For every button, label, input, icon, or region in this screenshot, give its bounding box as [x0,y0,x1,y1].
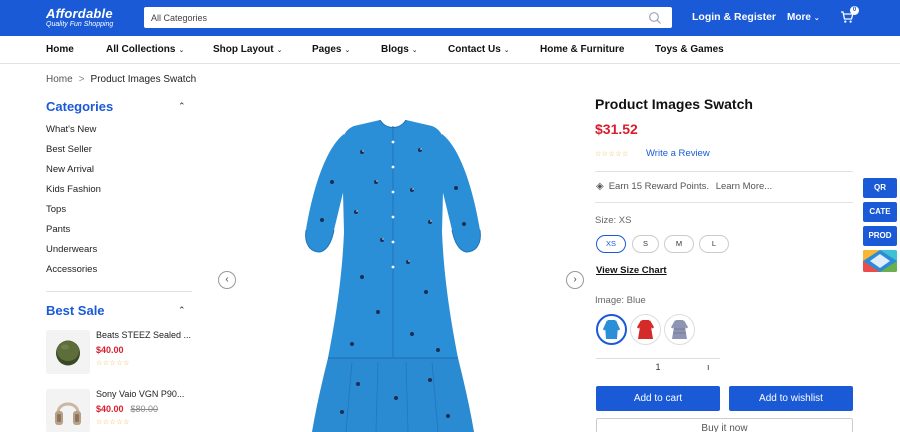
sidebar-divider [46,291,192,292]
product-tab[interactable]: PROD [863,226,897,246]
product-main-image[interactable] [292,112,494,432]
chevron-down-icon: ⌄ [178,47,185,54]
reward-text: Earn 15 Reward Points. [608,181,710,192]
brand-tagline: Quality Fun Shopping [46,21,114,28]
more-label: More [787,12,811,23]
best-sale-price: $40.00 [96,404,124,414]
category-item[interactable]: Best Seller [46,144,101,164]
category-item[interactable]: What's New [46,124,101,144]
best-sale-name[interactable]: Beats STEEZ Sealed ... [96,330,191,340]
best-sale-heading: Best Sale [46,303,105,318]
search-bar [144,7,672,28]
nav-item-home[interactable]: Home [46,44,74,55]
chevron-down-icon: ⌄ [411,47,418,54]
divider [595,202,853,203]
category-item[interactable]: Pants [46,224,101,244]
image-label: Image: Blue [595,295,646,306]
category-item[interactable]: Tops [46,204,101,224]
best-sale-price: $40.00 [96,345,124,355]
login-register-link[interactable]: Login & Register [692,11,776,23]
nav-label: Home [46,44,74,55]
search-input[interactable] [144,7,624,28]
nav-item-toys-games[interactable]: Toys & Games [655,44,724,55]
store-logo[interactable]: Affordable Quality Fun Shopping [46,6,113,28]
nav-item-home-furniture[interactable]: Home & Furniture [540,44,624,55]
buy-now-button[interactable]: Buy it now [596,418,853,432]
best-sale-name[interactable]: Sony Vaio VGN P90... [96,389,184,399]
quantity-increment-button[interactable]: ı [707,362,710,372]
category-item[interactable]: Kids Fashion [46,184,101,204]
rating-stars: ☆☆☆☆☆ [96,360,130,367]
nav-label: Home & Furniture [540,44,625,55]
reward-points: ◈ Earn 15 Reward Points. Learn More... [596,181,772,192]
add-to-wishlist-button[interactable]: Add to wishlist [729,386,853,411]
more-menu[interactable]: More ⌄ [787,12,820,23]
rating-stars: ☆☆☆☆☆ [96,419,130,426]
cart-button[interactable]: 0 [840,6,859,26]
gallery-next-button[interactable]: › [566,271,584,289]
view-size-chart-link[interactable]: View Size Chart [596,265,667,276]
nav-item-shop-layout[interactable]: Shop Layout ⌄ [213,44,282,55]
size-option-l[interactable]: L [699,235,729,253]
best-sale-price-block: $40.00 $80.00 [96,404,158,414]
cart-count-badge: 0 [850,6,859,15]
breadcrumb-home[interactable]: Home [46,74,73,85]
nav-item-contact-us[interactable]: Contact Us ⌄ [448,44,510,55]
nav-label: Shop Layout [213,44,274,55]
nav-label: Pages [312,44,342,55]
nav-label: Blogs [381,44,409,55]
category-list: What's New Best Seller New Arrival Kids … [46,124,101,284]
main-nav: Home All Collections ⌄ Shop Layout ⌄ Pages… [0,36,900,64]
chevron-down-icon: ⌄ [813,15,820,22]
rating-stars: ☆☆☆☆☆ [595,151,629,158]
swatch-blue[interactable] [596,314,627,345]
category-item[interactable]: Underwears [46,244,101,264]
breadcrumb-separator: > [78,74,85,85]
top-header: Affordable Quality Fun Shopping Login & … [0,0,900,36]
gallery-prev-button[interactable]: ‹ [218,271,236,289]
category-item[interactable]: Accessories [46,264,101,284]
quantity-value[interactable]: 1 [650,362,666,372]
size-option-s[interactable]: S [632,235,659,253]
qr-tab[interactable]: QR [863,178,897,198]
nav-label: Contact Us [448,44,501,55]
product-price: $31.52 [595,121,638,137]
swatch-gray[interactable] [664,314,695,345]
nav-label: Toys & Games [655,44,724,55]
nav-item-pages[interactable]: Pages ⌄ [312,44,350,55]
chevron-up-icon[interactable]: ⌃ [178,101,186,112]
add-to-cart-button[interactable]: Add to cart [596,386,720,411]
chevron-up-icon[interactable]: ⌃ [178,305,186,316]
chevron-down-icon: ⌄ [344,47,351,54]
nav-label: All Collections [106,44,176,55]
divider [595,171,853,172]
best-sale-item: Sony Vaio VGN P90... $40.00 $80.00 ☆☆☆☆☆ [46,389,196,432]
size-option-xs[interactable]: XS [596,235,626,253]
write-review-link[interactable]: Write a Review [646,148,710,159]
categories-heading: Categories [46,99,114,114]
nav-item-blogs[interactable]: Blogs ⌄ [381,44,418,55]
swatch-red[interactable] [630,314,661,345]
nav-item-all-collections[interactable]: All Collections ⌄ [106,44,184,55]
chevron-down-icon: ⌄ [503,47,510,54]
category-item[interactable]: New Arrival [46,164,101,184]
breadcrumb-current: Product Images Swatch [90,74,197,85]
best-sale-old-price: $80.00 [130,404,159,414]
search-icon[interactable] [648,11,662,25]
chevron-down-icon: ⌄ [276,47,283,54]
breadcrumb: Home > Product Images Swatch [46,74,196,85]
app-logo-icon[interactable] [863,250,897,272]
best-sale-item: Beats STEEZ Sealed ... $40.00 ☆☆☆☆☆ [46,330,196,378]
size-label: Size: XS [595,215,632,226]
headphones-icon[interactable] [46,389,90,432]
speaker-icon[interactable] [46,330,90,374]
product-title: Product Images Swatch [595,96,753,112]
quantity-stepper: 1 ı [596,358,720,374]
diamond-icon: ◈ [596,181,604,192]
category-tab[interactable]: CATE [863,202,897,222]
brand-name: Affordable [46,6,113,21]
learn-more-link[interactable]: Learn More... [716,181,773,192]
size-option-m[interactable]: M [664,235,694,253]
